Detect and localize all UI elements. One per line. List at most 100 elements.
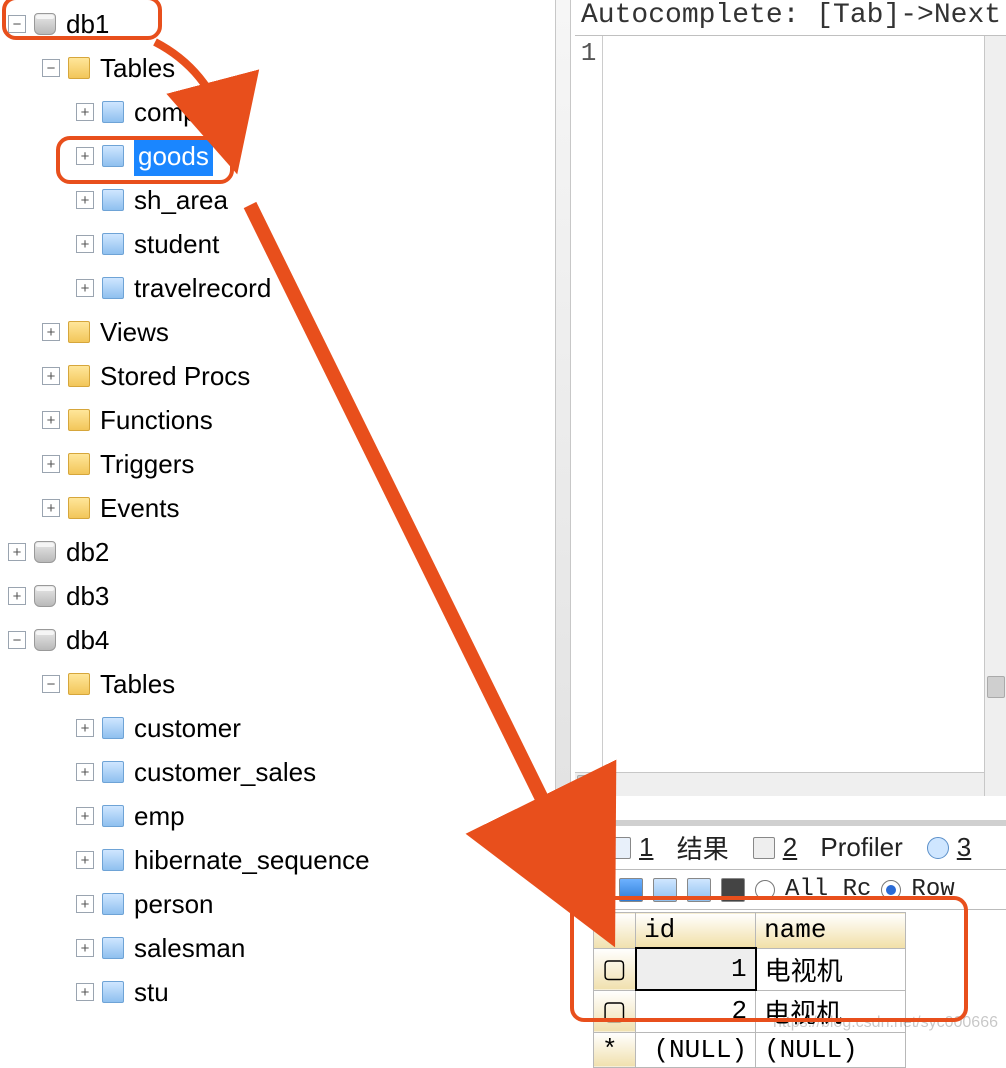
expand-icon[interactable] bbox=[8, 587, 26, 605]
expand-icon[interactable] bbox=[76, 983, 94, 1001]
tree-node-table-stu[interactable]: stu bbox=[8, 970, 555, 1014]
tab-label: 结果 bbox=[677, 829, 729, 866]
tree-node-table-goods[interactable]: goods bbox=[8, 134, 555, 178]
folder-label: Events bbox=[100, 488, 180, 528]
expand-icon[interactable] bbox=[76, 895, 94, 913]
folder-label: Triggers bbox=[100, 444, 194, 484]
table-label: company bbox=[134, 92, 240, 132]
database-icon bbox=[34, 541, 56, 563]
table-icon bbox=[102, 145, 124, 167]
expand-icon[interactable] bbox=[76, 191, 94, 209]
editor-scrollbar-vertical[interactable] bbox=[984, 36, 1006, 796]
tree-node-table-sh-area[interactable]: sh_area bbox=[8, 178, 555, 222]
save-icon[interactable] bbox=[619, 878, 643, 902]
tree-node-events[interactable]: Events bbox=[8, 486, 555, 530]
splitter-vertical[interactable] bbox=[555, 0, 571, 828]
expand-icon[interactable] bbox=[42, 323, 60, 341]
collapse-icon[interactable] bbox=[42, 675, 60, 693]
expand-icon[interactable] bbox=[42, 455, 60, 473]
radio-all-rows[interactable] bbox=[755, 880, 775, 900]
expand-icon[interactable] bbox=[8, 543, 26, 561]
cell-id[interactable]: (NULL) bbox=[636, 1032, 756, 1067]
row-marker-new[interactable]: * bbox=[594, 1032, 636, 1067]
table-row[interactable]: ▢ 1 电视机 bbox=[594, 948, 906, 990]
expand-icon[interactable] bbox=[76, 235, 94, 253]
tab-results[interactable]: 1 结果 bbox=[609, 829, 729, 866]
info-icon bbox=[927, 837, 949, 859]
tab-label: Profiler bbox=[820, 832, 902, 863]
tab-info[interactable]: 3 bbox=[927, 832, 971, 863]
cell-name[interactable]: (NULL) bbox=[756, 1032, 906, 1067]
tree-node-table-salesman[interactable]: salesman bbox=[8, 926, 555, 970]
table-label: hibernate_sequence bbox=[134, 840, 370, 880]
tree-node-db2[interactable]: db2 bbox=[8, 530, 555, 574]
tree-node-table-person[interactable]: person bbox=[8, 882, 555, 926]
tab-key: 1 bbox=[639, 832, 653, 863]
cell-id[interactable]: 1 bbox=[636, 948, 756, 990]
table-header-row: id name bbox=[594, 913, 906, 949]
object-tree[interactable]: db1 Tables company goods sh_area student… bbox=[0, 0, 555, 1014]
collapse-icon[interactable] bbox=[8, 631, 26, 649]
radio-row-range[interactable] bbox=[881, 880, 901, 900]
row-marker[interactable]: ▢ bbox=[594, 948, 636, 990]
folder-label: Views bbox=[100, 312, 169, 352]
collapse-icon[interactable] bbox=[8, 15, 26, 33]
tree-node-table-customer[interactable]: customer bbox=[8, 706, 555, 750]
expand-icon[interactable] bbox=[76, 719, 94, 737]
database-icon bbox=[34, 585, 56, 607]
tree-node-tables-db1[interactable]: Tables bbox=[8, 46, 555, 90]
table-label: sh_area bbox=[134, 180, 228, 220]
tree-node-tables-db4[interactable]: Tables bbox=[8, 662, 555, 706]
row-marker[interactable]: ▢ bbox=[594, 990, 636, 1032]
folder-icon bbox=[68, 409, 90, 431]
table-label: travelrecord bbox=[134, 268, 271, 308]
tab-profiler[interactable]: 2 Profiler bbox=[753, 832, 903, 863]
expand-icon[interactable] bbox=[76, 807, 94, 825]
tree-node-table-customer-sales[interactable]: customer_sales bbox=[8, 750, 555, 794]
tree-node-table-travelrecord[interactable]: travelrecord bbox=[8, 266, 555, 310]
line-number: 1 bbox=[581, 38, 597, 68]
scrollbar-thumb[interactable] bbox=[577, 775, 599, 794]
column-header-id[interactable]: id bbox=[636, 913, 756, 949]
expand-icon[interactable] bbox=[76, 763, 94, 781]
table-row-new[interactable]: * (NULL) (NULL) bbox=[594, 1032, 906, 1067]
expand-icon[interactable] bbox=[76, 939, 94, 957]
expand-icon[interactable] bbox=[42, 499, 60, 517]
folder-icon bbox=[68, 453, 90, 475]
result-grid[interactable]: id name ▢ 1 电视机 ▢ 2 电视机 * (NULL) (NULL) bbox=[575, 912, 1006, 1068]
expand-icon[interactable] bbox=[76, 147, 94, 165]
tree-node-table-student[interactable]: student bbox=[8, 222, 555, 266]
profiler-icon bbox=[753, 837, 775, 859]
expand-icon[interactable] bbox=[76, 103, 94, 121]
tree-node-table-hibernate-sequence[interactable]: hibernate_sequence bbox=[8, 838, 555, 882]
cell-id[interactable]: 2 bbox=[636, 990, 756, 1032]
tree-node-triggers[interactable]: Triggers bbox=[8, 442, 555, 486]
editor-scrollbar-horizontal[interactable]: ◀ bbox=[575, 772, 1006, 796]
tree-node-table-company[interactable]: company bbox=[8, 90, 555, 134]
expand-icon[interactable] bbox=[42, 411, 60, 429]
tree-node-views[interactable]: Views bbox=[8, 310, 555, 354]
tree-node-db4[interactable]: db4 bbox=[8, 618, 555, 662]
database-icon bbox=[34, 13, 56, 35]
cell-name[interactable]: 电视机 bbox=[756, 948, 906, 990]
add-row-icon[interactable] bbox=[585, 878, 609, 902]
expand-icon[interactable] bbox=[42, 367, 60, 385]
watermark: https://blog.csdn.net/syc000666 bbox=[773, 1014, 998, 1032]
tree-node-functions[interactable]: Functions bbox=[8, 398, 555, 442]
scrollbar-thumb[interactable] bbox=[987, 676, 1005, 698]
tree-node-stored-procs[interactable]: Stored Procs bbox=[8, 354, 555, 398]
sql-editor[interactable]: 1 ◀ bbox=[575, 36, 1006, 796]
tree-node-db1[interactable]: db1 bbox=[8, 2, 555, 46]
grid-delete-icon[interactable] bbox=[687, 878, 711, 902]
tree-node-table-emp[interactable]: emp bbox=[8, 794, 555, 838]
filter-icon[interactable] bbox=[721, 878, 745, 902]
column-header-name[interactable]: name bbox=[756, 913, 906, 949]
db-label: db3 bbox=[66, 576, 109, 616]
tree-node-db3[interactable]: db3 bbox=[8, 574, 555, 618]
grid-icon[interactable] bbox=[653, 878, 677, 902]
result-tabs: 1 结果 2 Profiler 3 bbox=[575, 826, 1006, 870]
collapse-icon[interactable] bbox=[42, 59, 60, 77]
expand-icon[interactable] bbox=[76, 851, 94, 869]
expand-icon[interactable] bbox=[76, 279, 94, 297]
folder-label: Tables bbox=[100, 664, 175, 704]
